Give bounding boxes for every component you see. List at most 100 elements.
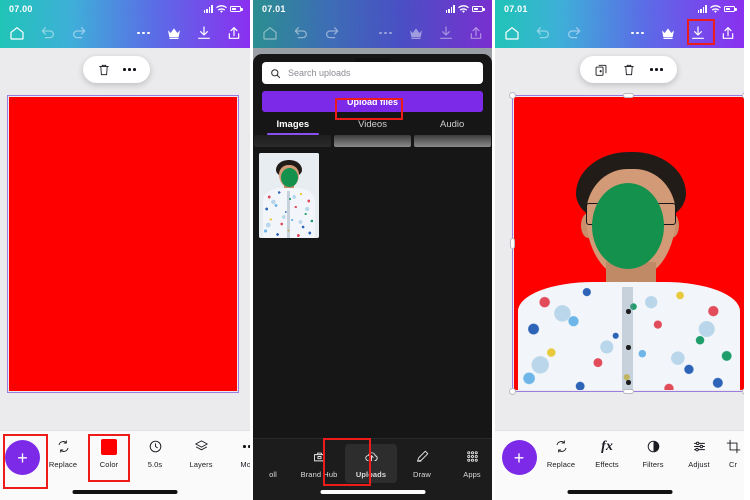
panel-1-color-step: 07.00 + Replace Color 5.0s Layers Mo: [0, 0, 250, 500]
tool-color[interactable]: Color: [86, 437, 132, 469]
search-icon: [271, 68, 281, 78]
tool-more[interactable]: Mor: [224, 437, 250, 469]
tool-layers[interactable]: Layers: [178, 437, 224, 469]
handle-bottom-right[interactable]: [742, 388, 744, 395]
tool-replace[interactable]: Replace: [538, 437, 584, 469]
tool-crop[interactable]: Cr: [722, 437, 744, 469]
status-time: 07.00: [9, 4, 33, 14]
crown-icon[interactable]: [407, 25, 424, 42]
home-icon[interactable]: [503, 25, 520, 42]
tool-duration[interactable]: 5.0s: [132, 437, 178, 469]
uploads-cloud-icon: [364, 447, 379, 466]
tab-videos[interactable]: Videos: [333, 119, 413, 135]
search-uploads-input[interactable]: Search uploads: [262, 62, 483, 84]
effects-fx-icon: fx: [601, 438, 613, 454]
status-indicators: [697, 4, 737, 14]
signal-icon: [697, 5, 707, 13]
home-indicator: [567, 490, 672, 494]
tool-replace[interactable]: Replace: [40, 437, 86, 469]
tool-adjust[interactable]: Adjust: [676, 437, 722, 469]
top-nav-bar: [253, 18, 492, 48]
preview-strip: [253, 135, 492, 147]
apps-grid-icon: [465, 447, 480, 466]
tool-label: Layers: [189, 460, 213, 469]
undo-icon[interactable]: [39, 25, 56, 42]
portrait-thumb: [259, 153, 319, 238]
tool-draw[interactable]: Draw: [397, 447, 447, 479]
context-toolbar[interactable]: [580, 56, 677, 83]
home-icon[interactable]: [8, 25, 25, 42]
tool-label: Mor: [240, 460, 250, 469]
timer-icon: [148, 437, 163, 456]
tool-label: Apps: [463, 470, 481, 479]
tool-scroll[interactable]: oll: [253, 447, 293, 479]
more-dots-icon[interactable]: [377, 25, 394, 42]
strip-cell: [254, 135, 331, 147]
download-icon[interactable]: [437, 25, 454, 42]
tool-brand-hub[interactable]: Brand Hub: [293, 447, 345, 479]
undo-icon[interactable]: [292, 25, 309, 42]
more-options-icon[interactable]: [649, 62, 664, 77]
tool-effects[interactable]: fx Effects: [584, 437, 630, 470]
tool-filters[interactable]: Filters: [630, 437, 676, 469]
download-icon[interactable]: [195, 25, 212, 42]
share-icon[interactable]: [719, 25, 736, 42]
upload-thumbnail[interactable]: [259, 153, 319, 238]
handle-top-right[interactable]: [742, 92, 744, 99]
duplicate-icon[interactable]: [593, 62, 608, 77]
bottom-toolbar-2: oll Brand Hub Uploads Draw Apps: [253, 438, 492, 500]
add-element-button[interactable]: +: [5, 440, 40, 475]
handle-left-middle[interactable]: [510, 238, 515, 249]
share-icon[interactable]: [467, 25, 484, 42]
top-nav-bar: [495, 18, 744, 48]
upload-files-button[interactable]: Upload files: [262, 91, 483, 112]
tab-images[interactable]: Images: [253, 119, 333, 135]
status-time: 07.01: [504, 4, 528, 14]
wifi-icon: [458, 4, 469, 13]
more-options-icon[interactable]: [122, 62, 137, 77]
tab-audio[interactable]: Audio: [412, 119, 492, 135]
delete-icon[interactable]: [96, 62, 111, 77]
redo-icon[interactable]: [70, 25, 87, 42]
more-dots-icon[interactable]: [135, 25, 152, 42]
home-indicator: [72, 490, 178, 494]
strip-cell: [334, 135, 411, 147]
home-indicator: [320, 490, 425, 494]
brand-hub-icon: [312, 447, 327, 466]
status-indicators: [445, 4, 485, 14]
crown-icon[interactable]: [165, 25, 182, 42]
redo-icon[interactable]: [323, 25, 340, 42]
share-icon[interactable]: [225, 25, 242, 42]
tool-label: Filters: [642, 460, 664, 469]
handle-top-left[interactable]: [509, 92, 516, 99]
more-dots-icon[interactable]: [629, 25, 646, 42]
handle-bottom-left[interactable]: [509, 388, 516, 395]
canvas-area-3[interactable]: [495, 48, 744, 430]
add-button-label: +: [513, 447, 525, 468]
crown-icon[interactable]: [659, 25, 676, 42]
status-bar: 07.01: [253, 0, 492, 18]
selection-frame: [7, 95, 239, 393]
handle-bottom-center[interactable]: [623, 389, 634, 394]
add-element-button[interactable]: +: [501, 440, 537, 475]
tool-label: Replace: [546, 460, 576, 469]
battery-icon: [724, 6, 737, 12]
tool-label: Adjust: [688, 460, 710, 469]
tool-uploads[interactable]: Uploads: [345, 444, 397, 483]
handle-top-center[interactable]: [623, 93, 634, 98]
redo-icon[interactable]: [565, 25, 582, 42]
tool-apps[interactable]: Apps: [447, 447, 492, 479]
context-toolbar[interactable]: [83, 56, 150, 83]
screenshot-root: 07.00 + Replace Color 5.0s Layers Mo 07.…: [0, 0, 750, 500]
signal-icon: [203, 5, 213, 13]
battery-icon: [472, 6, 485, 12]
tab-label: Audio: [440, 119, 465, 130]
home-icon[interactable]: [261, 25, 278, 42]
status-indicators: [203, 4, 243, 14]
sheet-grabber[interactable]: [354, 58, 391, 62]
undo-icon[interactable]: [534, 25, 551, 42]
tool-label: Replace: [48, 460, 78, 469]
canvas-area-1[interactable]: [0, 48, 250, 430]
delete-icon[interactable]: [621, 62, 636, 77]
download-icon[interactable]: [689, 25, 706, 42]
